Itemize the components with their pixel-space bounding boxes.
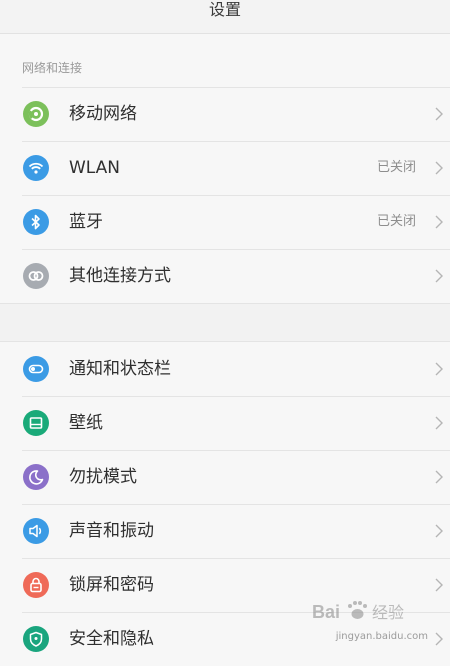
- title-bar: 设置: [0, 0, 450, 34]
- row-divider: [22, 249, 450, 250]
- settings-item-other-connections[interactable]: 其他连接方式: [0, 249, 450, 303]
- shield-icon: [22, 625, 50, 653]
- wifi-icon: [22, 154, 50, 182]
- settings-item-notifications[interactable]: 通知和状态栏: [0, 342, 450, 396]
- settings-item-label: 壁纸: [69, 413, 103, 433]
- settings-item-bluetooth[interactable]: 蓝牙 已关闭: [0, 195, 450, 249]
- baidu-watermark-logo: Bai 经验: [312, 601, 404, 622]
- row-divider: [22, 195, 450, 196]
- settings-item-wallpaper[interactable]: 壁纸: [0, 396, 450, 450]
- settings-item-label: 通知和状态栏: [69, 359, 171, 379]
- lock-icon: [22, 571, 50, 599]
- settings-item-label: 声音和振动: [69, 521, 154, 541]
- settings-item-label: WLAN: [69, 158, 121, 178]
- settings-item-status: 已关闭: [376, 214, 416, 229]
- watermark-url: jingyan.baidu.com: [335, 631, 428, 642]
- moon-icon: [22, 463, 50, 491]
- mobile-network-icon: [22, 100, 50, 128]
- chevron-right-icon: [435, 215, 443, 229]
- settings-item-status: 已关闭: [376, 160, 416, 175]
- section-header-network: 网络和连接: [22, 61, 83, 75]
- row-divider: [22, 396, 450, 397]
- settings-item-label: 勿扰模式: [69, 467, 137, 487]
- row-divider: [22, 450, 450, 451]
- chevron-right-icon: [435, 578, 443, 592]
- chevron-right-icon: [435, 632, 443, 646]
- svg-text:Bai: Bai: [312, 602, 340, 622]
- settings-item-label: 移动网络: [69, 104, 137, 124]
- chevron-right-icon: [435, 161, 443, 175]
- row-divider: [22, 504, 450, 505]
- speaker-icon: [22, 517, 50, 545]
- settings-item-wlan[interactable]: WLAN 已关闭: [0, 141, 450, 195]
- settings-item-label: 锁屏和密码: [69, 575, 154, 595]
- chevron-right-icon: [435, 470, 443, 484]
- chevron-right-icon: [435, 524, 443, 538]
- chevron-right-icon: [435, 416, 443, 430]
- settings-item-mobile-network[interactable]: 移动网络: [0, 87, 450, 141]
- settings-item-sound[interactable]: 声音和振动: [0, 504, 450, 558]
- settings-item-label: 安全和隐私: [69, 629, 154, 649]
- section-gap: [0, 303, 450, 342]
- settings-item-do-not-disturb[interactable]: 勿扰模式: [0, 450, 450, 504]
- chevron-right-icon: [435, 269, 443, 283]
- wallpaper-icon: [22, 409, 50, 437]
- page-title: 设置: [208, 0, 241, 19]
- row-divider: [22, 87, 450, 88]
- chevron-right-icon: [435, 107, 443, 121]
- svg-text:经验: 经验: [372, 603, 404, 622]
- chevron-right-icon: [435, 362, 443, 376]
- bluetooth-icon: [22, 208, 50, 236]
- link-icon: [22, 262, 50, 290]
- settings-item-label: 其他连接方式: [69, 266, 171, 286]
- row-divider: [22, 141, 450, 142]
- settings-item-label: 蓝牙: [69, 212, 103, 232]
- toggle-icon: [22, 355, 50, 383]
- row-divider: [22, 558, 450, 559]
